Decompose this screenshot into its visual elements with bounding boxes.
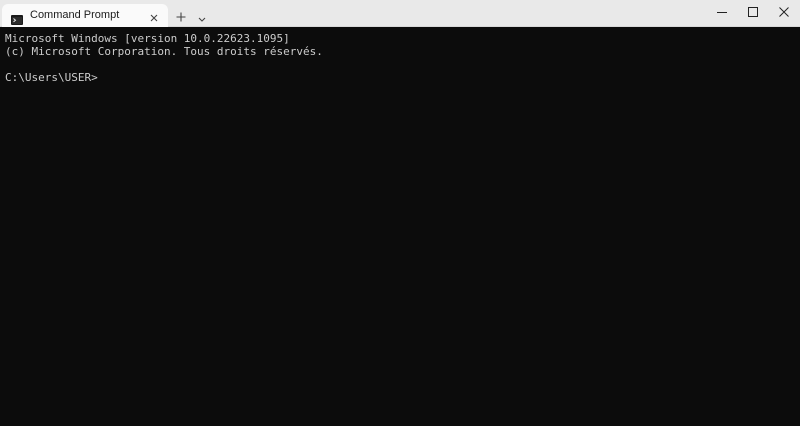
plus-icon[interactable] bbox=[175, 8, 187, 22]
terminal-icon bbox=[11, 10, 23, 25]
minimize-icon bbox=[717, 12, 727, 13]
terminal-prompt[interactable]: C:\Users\USER> bbox=[5, 71, 98, 84]
close-icon bbox=[779, 7, 789, 17]
tab-title: Command Prompt bbox=[30, 9, 120, 21]
terminal-window: Command Prompt Microsoft Windows [versio… bbox=[0, 0, 800, 426]
title-bar[interactable]: Command Prompt bbox=[0, 0, 800, 27]
terminal-output[interactable]: Microsoft Windows [version 10.0.22623.10… bbox=[0, 27, 800, 426]
chevron-down-icon[interactable] bbox=[196, 10, 208, 22]
terminal-line-version: Microsoft Windows [version 10.0.22623.10… bbox=[5, 32, 290, 45]
close-window-button[interactable] bbox=[766, 0, 800, 26]
tab-command-prompt[interactable]: Command Prompt bbox=[2, 4, 168, 27]
maximize-icon bbox=[748, 7, 758, 17]
close-icon[interactable] bbox=[148, 9, 160, 22]
terminal-line-copyright: (c) Microsoft Corporation. Tous droits r… bbox=[5, 45, 323, 58]
